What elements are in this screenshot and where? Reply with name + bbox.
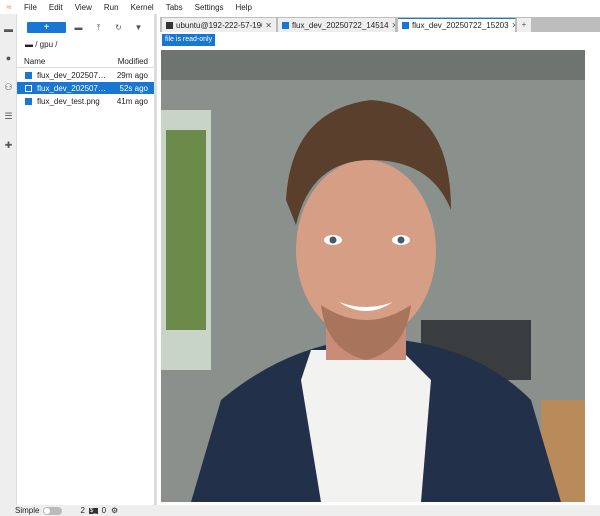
kernel-count[interactable]: 0 <box>102 506 106 515</box>
running-icon[interactable]: ● <box>3 53 14 64</box>
filter-icon[interactable]: ▼ <box>133 22 144 33</box>
tab-terminal[interactable]: ubuntu@192-222-57-190: ~✕ <box>162 18 277 32</box>
image-icon <box>282 21 289 29</box>
image-icon <box>402 22 409 29</box>
file-row[interactable]: flux_dev_20250722_14514...29m ago <box>17 69 154 81</box>
simple-mode-label: Simple <box>15 506 40 515</box>
status-bar: Simple 2 $_ 0 ⚙ <box>0 505 600 516</box>
image-file-icon <box>25 71 32 79</box>
kernel-icon: ⚙ <box>111 506 119 515</box>
read-only-badge: file is read-only <box>162 34 216 46</box>
close-icon[interactable]: ✕ <box>265 21 272 30</box>
menu-kernel[interactable]: Kernel <box>125 3 160 12</box>
menu-settings[interactable]: Settings <box>189 3 230 12</box>
menu-file[interactable]: File <box>18 3 43 12</box>
folder-icon[interactable]: ▬ <box>3 24 14 35</box>
upload-icon[interactable]: ⤒ <box>93 22 104 33</box>
image-file-icon <box>25 97 32 105</box>
image-preview <box>161 50 585 502</box>
close-icon[interactable]: ✕ <box>392 21 395 30</box>
file-list-header: Name Modified <box>17 56 154 68</box>
left-sidebar: ▬ ● ⚇ ☰ ✚ <box>0 14 17 505</box>
terminal-icon <box>166 21 173 29</box>
tab-image-1[interactable]: flux_dev_20250722_14514✕ <box>278 18 396 32</box>
file-row[interactable]: flux_dev_test.png 41m ago <box>17 95 154 107</box>
file-browser: + ▬ ⤒ ↻ ▼ ▬ / gpu / Name Modified flux_d… <box>17 14 157 505</box>
menu-edit[interactable]: Edit <box>43 3 69 12</box>
image-file-icon <box>25 84 32 92</box>
tab-bar: ubuntu@192-222-57-190: ~✕ flux_dev_20250… <box>160 17 600 32</box>
menu-help[interactable]: Help <box>230 3 258 12</box>
refresh-icon[interactable]: ↻ <box>113 22 124 33</box>
terminal-icon: $_ <box>88 507 98 514</box>
folder-icon: ▬ <box>25 40 36 49</box>
collaborators-icon[interactable]: ⚇ <box>3 82 14 93</box>
menu-bar: ≈ File Edit View Run Kernel Tabs Setting… <box>0 0 600 14</box>
table-of-contents-icon[interactable]: ☰ <box>3 111 14 122</box>
menu-run[interactable]: Run <box>98 3 125 12</box>
simple-mode-toggle[interactable] <box>43 506 63 515</box>
file-row[interactable]: flux_dev_20250722_15203...52s ago <box>17 82 154 94</box>
main-area: ubuntu@192-222-57-190: ~✕ flux_dev_20250… <box>160 14 600 505</box>
new-launcher-button[interactable]: + <box>27 22 66 33</box>
menu-view[interactable]: View <box>69 3 98 12</box>
jupyter-logo-icon[interactable]: ≈ <box>0 2 18 12</box>
add-tab-button[interactable]: + <box>517 18 531 32</box>
terminal-count[interactable]: 2 <box>80 506 84 515</box>
tab-image-2[interactable]: flux_dev_20250722_15203✕ <box>398 18 516 32</box>
close-icon[interactable]: ✕ <box>512 21 515 30</box>
breadcrumb[interactable]: ▬ / gpu / <box>25 40 57 49</box>
new-folder-icon[interactable]: ▬ <box>73 22 84 33</box>
menu-tabs[interactable]: Tabs <box>160 3 189 12</box>
column-modified[interactable]: Modified <box>118 57 154 66</box>
extensions-icon[interactable]: ✚ <box>3 140 14 151</box>
column-name[interactable]: Name <box>24 57 104 66</box>
